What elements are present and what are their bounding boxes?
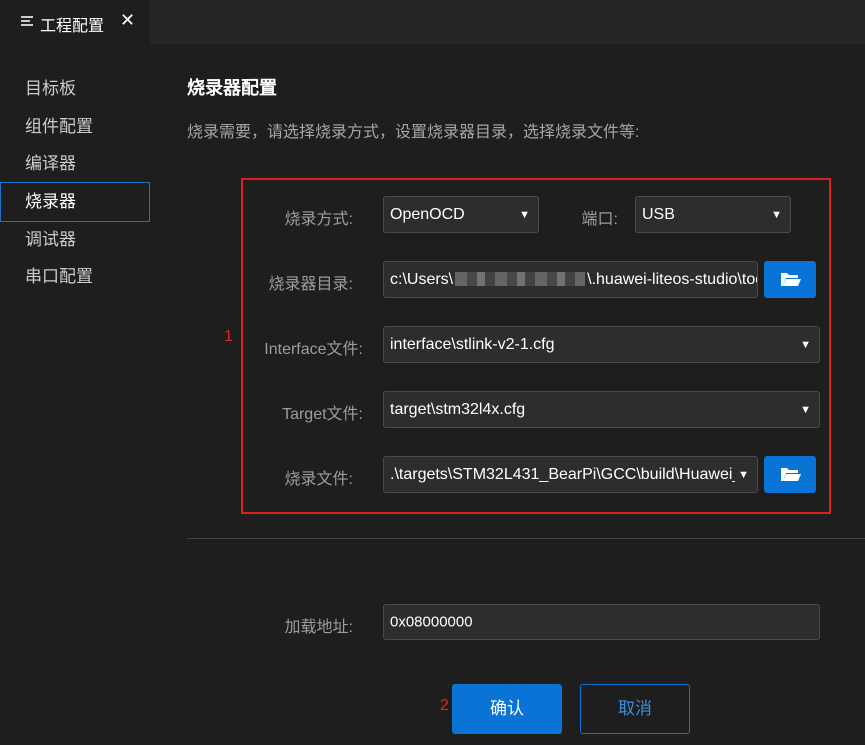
load-address-label: 加载地址: (284, 619, 353, 636)
target-file-value: target\stm32l4x.cfg (390, 400, 526, 418)
annotation-label-1: 1 (224, 328, 233, 345)
folder-open-icon (781, 273, 801, 286)
sidebar-item-debugger[interactable]: 调试器 (0, 220, 150, 260)
burner-dir-label: 烧录器目录: (268, 276, 353, 293)
burner-dir-prefix: c:\Users\ (390, 270, 454, 288)
redacted-username (455, 272, 586, 287)
menu-lines-icon (21, 16, 33, 28)
browse-burn-file-button[interactable] (764, 456, 816, 493)
burn-method-label: 烧录方式: (284, 211, 353, 228)
interface-file-value: interface\stlink-v2-1.cfg (390, 335, 555, 353)
port-value: USB (642, 205, 675, 223)
burner-dir-value: c:\Users\ \.huawei-liteos-studio\tools\Op… (390, 270, 757, 289)
page-title: 烧录器配置 (187, 78, 277, 98)
page-description: 烧录需要，请选择烧录方式，设置烧录器目录，选择烧录文件等: (187, 124, 640, 141)
interface-file-label: Interface文件: (264, 341, 363, 358)
burn-file-label: 烧录文件: (284, 471, 353, 488)
target-file-select[interactable]: target\stm32l4x.cfg ▼ (383, 391, 820, 428)
target-file-label: Target文件: (282, 406, 363, 423)
annotation-label-2: 2 (440, 697, 449, 714)
chevron-down-icon: ▼ (800, 338, 811, 351)
close-icon[interactable]: ✕ (120, 10, 135, 31)
folder-open-icon (781, 468, 801, 481)
browse-burner-dir-button[interactable] (764, 261, 816, 298)
chevron-down-icon: ▼ (738, 468, 749, 481)
chevron-down-icon: ▼ (519, 208, 530, 221)
tab-title: 工程配置 (40, 18, 105, 35)
sidebar-item-burner[interactable]: 烧录器 (0, 182, 150, 222)
burn-file-value: .\targets\STM32L431_BearPi\GCC\build\Hua… (390, 465, 735, 483)
burner-dir-input[interactable]: c:\Users\ \.huawei-liteos-studio\tools\Op… (383, 261, 758, 298)
sidebar-item-serial[interactable]: 串口配置 (0, 257, 150, 297)
tab-bar: 工程配置 ✕ (0, 0, 865, 44)
burn-file-select[interactable]: .\targets\STM32L431_BearPi\GCC\build\Hua… (383, 456, 758, 493)
burner-dir-suffix: \.huawei-liteos-studio\tools\Ope (587, 270, 757, 288)
tab-project-config[interactable]: 工程配置 ✕ (0, 0, 150, 44)
load-address-input[interactable]: 0x08000000 (383, 604, 820, 640)
chevron-down-icon: ▼ (771, 208, 782, 221)
load-address-value: 0x08000000 (390, 613, 473, 631)
chevron-down-icon: ▼ (800, 403, 811, 416)
section-divider (187, 538, 865, 539)
interface-file-select[interactable]: interface\stlink-v2-1.cfg ▼ (383, 326, 820, 363)
sidebar-item-compiler[interactable]: 编译器 (0, 144, 150, 184)
sidebar-item-components[interactable]: 组件配置 (0, 107, 150, 147)
port-label: 端口: (581, 211, 618, 228)
sidebar-item-target-board[interactable]: 目标板 (0, 69, 150, 109)
burn-method-value: OpenOCD (390, 205, 465, 223)
cancel-button[interactable]: 取消 (580, 684, 690, 734)
burn-method-select[interactable]: OpenOCD ▼ (383, 196, 539, 233)
confirm-button[interactable]: 确认 (452, 684, 562, 734)
port-select[interactable]: USB ▼ (635, 196, 791, 233)
